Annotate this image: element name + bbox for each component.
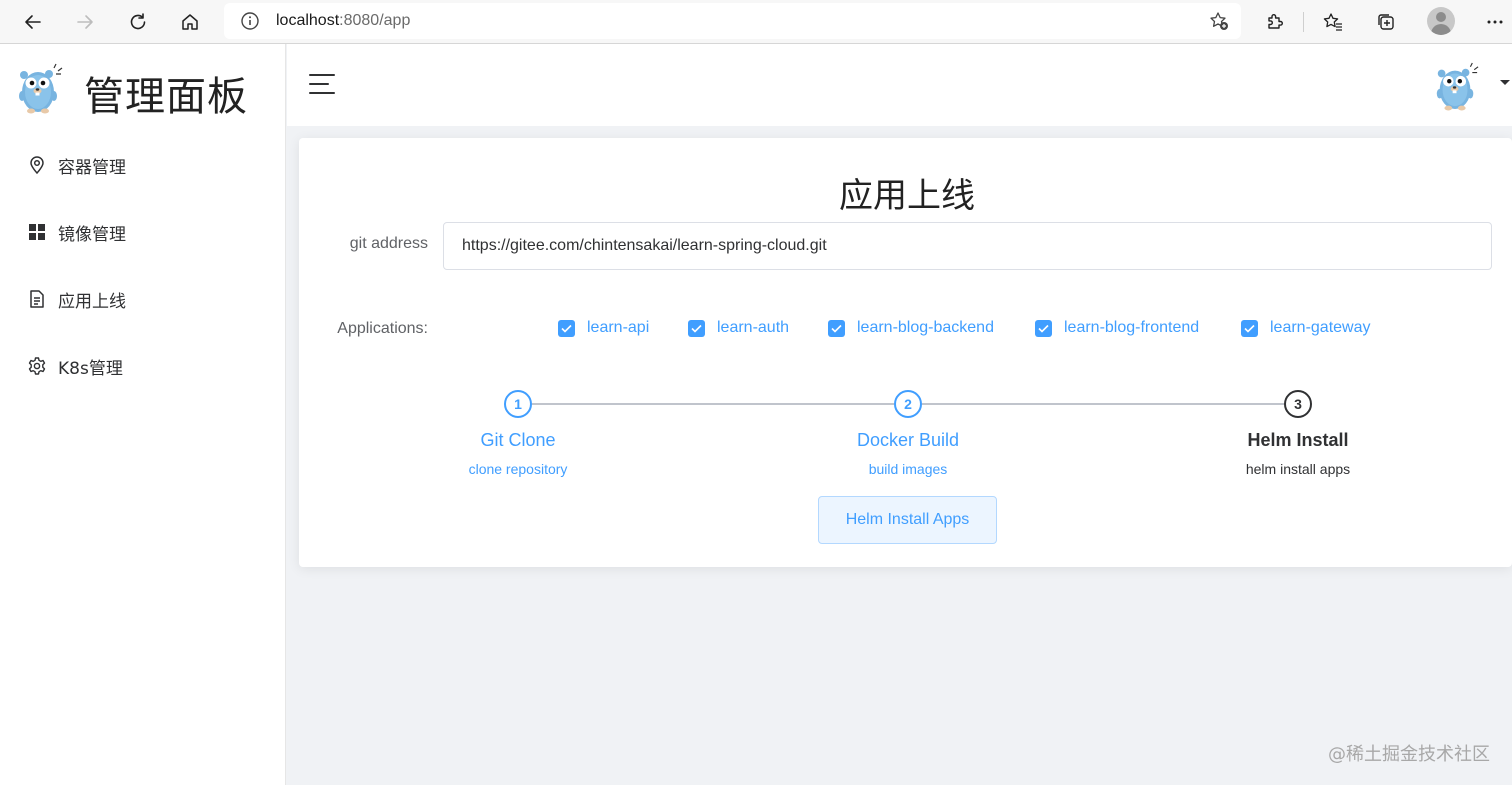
app-title: 管理面板 [84,74,248,120]
menu-toggle-icon[interactable] [309,74,335,96]
page-title: 应用上线 [839,176,975,216]
gopher-logo-icon [19,63,63,114]
app-checkbox-label: learn-api [587,319,650,336]
step-1-indicator: 1 [504,390,532,418]
forward-button[interactable] [69,6,101,38]
favorites-button[interactable] [1317,6,1349,38]
logo-row: 管理面板 [0,44,286,130]
checkbox-checked-icon[interactable] [558,319,575,337]
sidebar: 管理面板 容器管理 镜像管理 应用上线 K8s管理 [0,44,286,785]
step-description: build images [868,461,948,477]
sidebar-item-app-deploy[interactable]: 应用上线 [0,271,286,327]
user-avatar[interactable] [1432,60,1480,112]
home-button[interactable] [174,6,206,38]
app-checkbox-label: learn-gateway [1270,319,1371,336]
extensions-button[interactable] [1259,6,1291,38]
grid-icon [27,222,47,242]
gear-icon [27,356,47,376]
sidebar-item-images[interactable]: 镜像管理 [0,204,286,260]
app-checkbox-learn-gateway[interactable]: learn-gateway [1241,319,1371,337]
step-title: Helm Install [1247,430,1349,450]
checkbox-checked-icon[interactable] [688,319,705,337]
home-icon [182,14,198,30]
checkbox-checked-icon[interactable] [828,319,845,337]
step-connector [532,403,894,405]
browser-toolbar: localhost:8080/app [0,0,1512,44]
caret-down-icon[interactable] [1500,80,1510,85]
more-icon [1487,20,1503,24]
git-address-label: git address [349,235,428,252]
collections-icon [1378,14,1394,30]
toolbar-divider [1303,12,1304,32]
checkbox-checked-icon[interactable] [1035,319,1052,337]
refresh-button[interactable] [122,6,154,38]
document-icon [27,289,47,309]
sidebar-item-label: K8s管理 [58,358,123,379]
sidebar-item-containers[interactable]: 容器管理 [0,137,286,193]
watermark: @稀土掘金技术社区 [1328,744,1490,765]
arrow-right-icon [77,15,93,29]
sidebar-item-k8s[interactable]: K8s管理 [0,338,286,394]
collections-button[interactable] [1370,6,1402,38]
app-checkbox-label: learn-auth [717,319,790,336]
app-deploy-card: 应用上线 git address Applications: learn-api… [299,138,1512,567]
step-description: clone repository [468,461,568,477]
step-3-indicator: 3 [1284,390,1312,418]
add-favorite-icon[interactable] [1209,11,1229,31]
helm-install-button[interactable]: Helm Install Apps [818,496,997,544]
info-icon[interactable] [240,11,260,31]
app-checkbox-learn-auth[interactable]: learn-auth [688,319,789,337]
location-pin-icon [27,155,47,175]
favorites-icon [1323,13,1342,31]
puzzle-icon [1268,14,1283,29]
sidebar-item-label: 容器管理 [58,157,126,178]
refresh-icon [130,13,146,30]
git-address-input[interactable] [443,222,1492,270]
step-title: Git Clone [480,430,556,450]
checkbox-checked-icon[interactable] [1241,319,1258,337]
arrow-left-icon [25,15,41,29]
url-text[interactable]: localhost:8080/app [276,12,410,30]
step-title: Docker Build [856,430,960,450]
app-checkbox-label: learn-blog-frontend [1064,319,1200,336]
step-2-indicator: 2 [894,390,922,418]
step-description: helm install apps [1245,461,1351,477]
sidebar-item-label: 镜像管理 [58,224,126,245]
applications-label: Applications: [337,320,428,337]
app-checkbox-learn-api[interactable]: learn-api [558,319,649,337]
app-checkbox-learn-blog-backend[interactable]: learn-blog-backend [828,319,994,337]
step-connector [922,403,1284,405]
top-header [287,44,1512,126]
back-button[interactable] [17,6,49,38]
address-bar[interactable]: localhost:8080/app [224,3,1241,39]
app-checkbox-label: learn-blog-backend [857,319,994,336]
app-checkbox-learn-blog-frontend[interactable]: learn-blog-frontend [1035,319,1199,337]
sidebar-item-label: 应用上线 [58,291,126,312]
profile-avatar[interactable] [1427,7,1455,35]
more-menu-button[interactable] [1479,6,1511,38]
